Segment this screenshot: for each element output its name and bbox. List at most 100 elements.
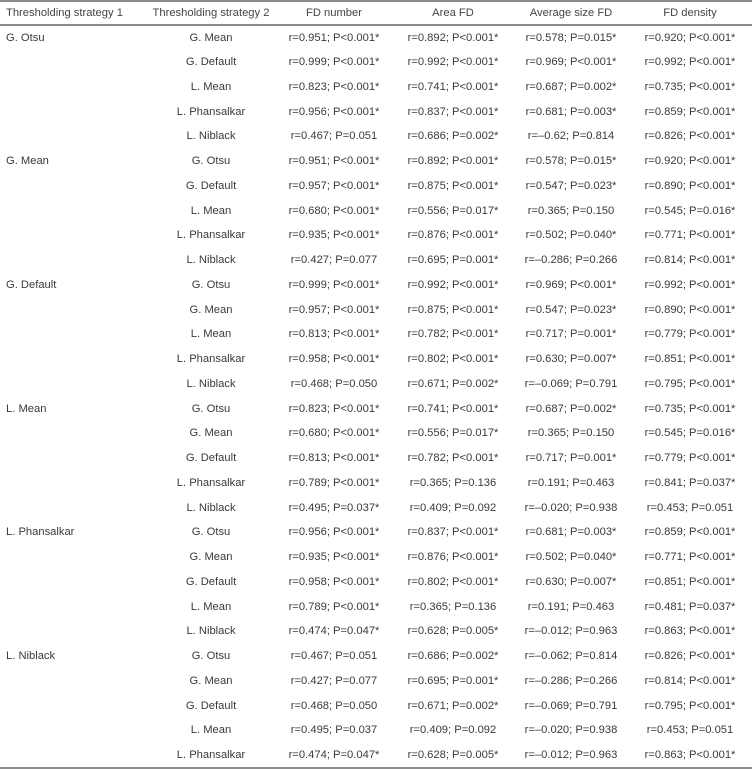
- strategy-2-cell: L. Mean: [190, 328, 232, 341]
- area-fd-cell: r=0.671; P=0.002*: [407, 377, 499, 390]
- average-size-fd-cell: r=–0.062; P=0.814: [524, 650, 618, 663]
- header-fd-number: FD number: [276, 0, 392, 26]
- strategy-2-cell: G. Otsu: [191, 526, 231, 539]
- strategy-1-cell: [0, 619, 146, 644]
- fd-number-cell: r=0.813; P<0.001*: [288, 328, 380, 341]
- correlation-table: Thresholding strategy 1 Thresholding str…: [0, 0, 752, 769]
- average-size-fd-cell: r=0.969; P<0.001*: [525, 278, 617, 291]
- table-row: L. Niblack r=0.427; P=0.077 r=0.695; P=0.0…: [0, 248, 752, 273]
- strategy-1-cell: [0, 545, 146, 570]
- strategy-2-cell: G. Otsu: [191, 402, 231, 415]
- fd-number-cell: r=0.999; P<0.001*: [288, 278, 380, 291]
- fd-density-cell: r=0.992; P<0.001*: [644, 56, 736, 69]
- fd-density-cell: r=0.779; P<0.001*: [644, 452, 736, 465]
- strategy-2-cell: G. Otsu: [191, 650, 231, 663]
- average-size-fd-cell: r=0.717; P=0.001*: [525, 452, 617, 465]
- strategy-2-cell: L. Phansalkar: [176, 476, 246, 489]
- area-fd-cell: r=0.671; P=0.002*: [407, 699, 499, 712]
- strategy-1-cell: [0, 347, 146, 372]
- table-row: L. Mean G. Otsu r=0.823; P<0.001* r=0.741; …: [0, 396, 752, 421]
- area-fd-cell: r=0.409; P=0.092: [409, 724, 497, 737]
- strategy-1-cell: L. Mean: [6, 402, 47, 415]
- average-size-fd-cell: r=0.630; P=0.007*: [525, 575, 617, 588]
- strategy-1-cell: [0, 669, 146, 694]
- strategy-2-cell: L. Niblack: [186, 501, 236, 514]
- strategy-2-cell: L. Phansalkar: [176, 353, 246, 366]
- fd-number-cell: r=0.427; P=0.077: [290, 254, 378, 267]
- fd-density-cell: r=0.890; P<0.001*: [644, 179, 736, 192]
- fd-density-cell: r=0.795; P<0.001*: [644, 699, 736, 712]
- fd-number-cell: r=0.467; P=0.051: [290, 130, 378, 143]
- average-size-fd-cell: r=–0.069; P=0.791: [524, 699, 618, 712]
- fd-number-cell: r=0.789; P<0.001*: [288, 476, 380, 489]
- table-row: G. Default G. Otsu r=0.999; P<0.001* r=0.99…: [0, 273, 752, 298]
- fd-number-cell: r=0.680; P<0.001*: [288, 204, 380, 217]
- average-size-fd-cell: r=0.681; P=0.003*: [525, 526, 617, 539]
- area-fd-cell: r=0.782; P<0.001*: [407, 328, 499, 341]
- fd-number-cell: r=0.680; P<0.001*: [288, 427, 380, 440]
- area-fd-cell: r=0.365; P=0.136: [409, 600, 497, 613]
- fd-number-cell: r=0.823; P<0.001*: [288, 402, 380, 415]
- fd-number-cell: r=0.957; P<0.001*: [288, 303, 380, 316]
- fd-density-cell: r=0.795; P<0.001*: [644, 377, 736, 390]
- average-size-fd-cell: r=0.681; P=0.003*: [525, 105, 617, 118]
- strategy-1-cell: [0, 693, 146, 718]
- fd-density-cell: r=0.920; P<0.001*: [644, 155, 736, 168]
- strategy-2-cell: L. Niblack: [186, 254, 236, 267]
- header-strategy-1: Thresholding strategy 1: [0, 0, 146, 26]
- fd-number-cell: r=0.956; P<0.001*: [288, 105, 380, 118]
- area-fd-cell: r=0.802; P<0.001*: [407, 353, 499, 366]
- average-size-fd-cell: r=–0.020; P=0.938: [524, 501, 618, 514]
- area-fd-cell: r=0.875; P<0.001*: [407, 303, 499, 316]
- strategy-1-cell: [0, 594, 146, 619]
- fd-density-cell: r=0.851; P<0.001*: [644, 575, 736, 588]
- average-size-fd-cell: r=0.630; P=0.007*: [525, 353, 617, 366]
- strategy-1-cell: G. Mean: [6, 155, 49, 168]
- table-row: L. Mean r=0.680; P<0.001* r=0.556; P=0.017…: [0, 198, 752, 223]
- average-size-fd-cell: r=0.502; P=0.040*: [525, 229, 617, 242]
- table-row: G. Default r=0.468; P=0.050 r=0.671; P=0.0…: [0, 693, 752, 718]
- area-fd-cell: r=0.876; P<0.001*: [407, 229, 499, 242]
- table-row: G. Mean G. Otsu r=0.951; P<0.001* r=0.892; …: [0, 149, 752, 174]
- fd-number-cell: r=0.474; P=0.047*: [276, 742, 392, 769]
- area-fd-cell: r=0.741; P<0.001*: [407, 402, 499, 415]
- strategy-1-cell: [0, 174, 146, 199]
- fd-density-cell: r=0.859; P<0.001*: [644, 105, 736, 118]
- fd-number-cell: r=0.427; P=0.077: [290, 674, 378, 687]
- header-average-size-fd: Average size FD: [514, 0, 628, 26]
- strategy-2-cell: L. Phansalkar: [146, 742, 276, 769]
- average-size-fd-cell: r=–0.286; P=0.266: [524, 254, 618, 267]
- table-row: L. Niblack r=0.474; P=0.047* r=0.628; P=0.…: [0, 619, 752, 644]
- area-fd-cell: r=0.892; P<0.001*: [407, 31, 499, 44]
- area-fd-cell: r=0.409; P=0.092: [409, 501, 497, 514]
- strategy-2-cell: G. Mean: [189, 31, 233, 44]
- average-size-fd-cell: r=0.191; P=0.463: [527, 476, 615, 489]
- table-row: G. Default r=0.999; P<0.001* r=0.992; P<0.…: [0, 50, 752, 75]
- average-size-fd-cell: r=–0.286; P=0.266: [524, 674, 618, 687]
- area-fd-cell: r=0.992; P<0.001*: [407, 278, 499, 291]
- area-fd-cell: r=0.875; P<0.001*: [407, 179, 499, 192]
- area-fd-cell: r=0.628; P=0.005*: [407, 625, 499, 638]
- area-fd-cell: r=0.892; P<0.001*: [407, 155, 499, 168]
- average-size-fd-cell: r=0.191; P=0.463: [527, 600, 615, 613]
- area-fd-cell: r=0.741; P<0.001*: [407, 80, 499, 93]
- area-fd-cell: r=0.782; P<0.001*: [407, 452, 499, 465]
- table-row: G. Default r=0.958; P<0.001* r=0.802; P<0.…: [0, 570, 752, 595]
- average-size-fd-cell: r=0.365; P=0.150: [527, 204, 615, 217]
- fd-density-cell: r=0.859; P<0.001*: [644, 526, 736, 539]
- strategy-1-cell: [0, 421, 146, 446]
- strategy-2-cell: L. Niblack: [186, 625, 236, 638]
- strategy-2-cell: G. Mean: [189, 427, 233, 440]
- strategy-2-cell: L. Niblack: [186, 377, 236, 390]
- strategy-1-cell: [0, 495, 146, 520]
- average-size-fd-cell: r=0.502; P=0.040*: [525, 551, 617, 564]
- table-row: L. Phansalkar r=0.958; P<0.001* r=0.802; P…: [0, 347, 752, 372]
- fd-density-cell: r=0.453; P=0.051: [646, 724, 734, 737]
- strategy-1-cell: [0, 99, 146, 124]
- strategy-1-cell: [0, 718, 146, 743]
- fd-number-cell: r=0.951; P<0.001*: [288, 31, 380, 44]
- table-row: L. Phansalkar r=0.474; P=0.047* r=0.628; P…: [0, 742, 752, 769]
- strategy-1-cell: [0, 223, 146, 248]
- fd-density-cell: r=0.826; P<0.001*: [644, 650, 736, 663]
- fd-number-cell: r=0.468; P=0.050: [290, 699, 378, 712]
